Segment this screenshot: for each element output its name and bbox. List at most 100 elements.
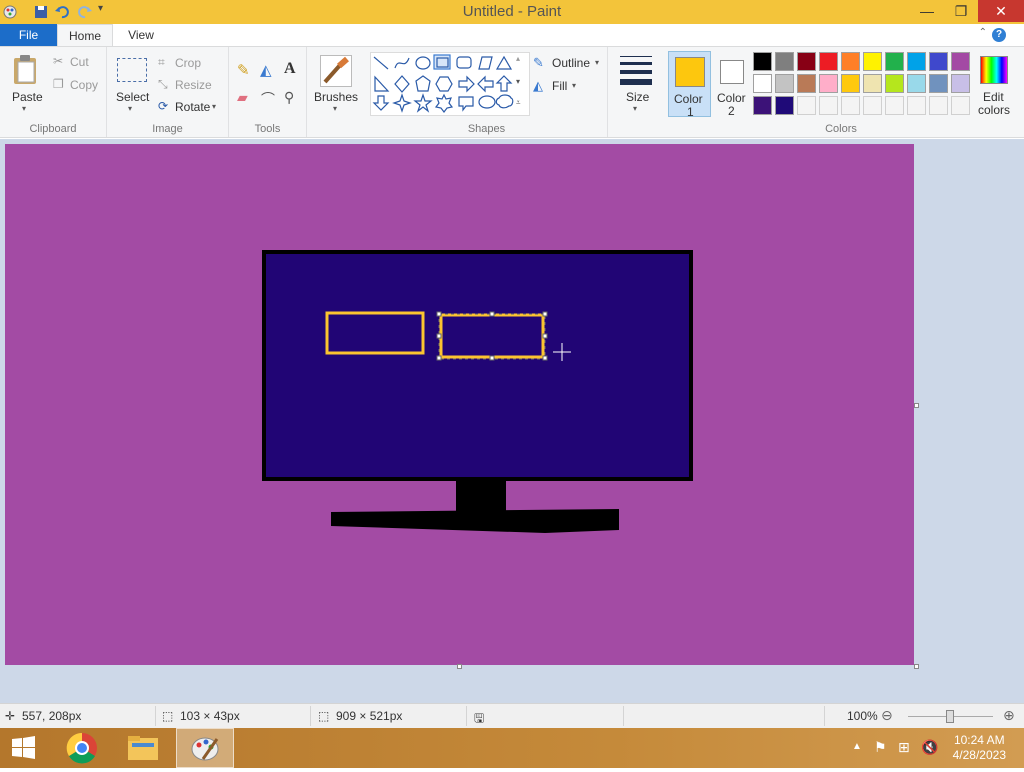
palette-swatch[interactable]: [775, 52, 794, 71]
palette-swatch[interactable]: [929, 96, 948, 115]
copy-button[interactable]: Copy: [70, 78, 98, 92]
size-button[interactable]: Size: [626, 90, 649, 104]
clipboard-group-label: Clipboard: [29, 123, 77, 135]
tab-view[interactable]: View: [115, 24, 167, 46]
help-icon[interactable]: ?: [992, 28, 1006, 42]
size-dropdown-icon[interactable]: ▾: [633, 104, 637, 113]
crop-button[interactable]: Crop: [175, 56, 201, 70]
rotate-dropdown-icon[interactable]: ▾: [212, 102, 216, 111]
palette-swatch[interactable]: [797, 96, 816, 115]
shapes-gallery-icons[interactable]: [371, 53, 529, 115]
palette-swatch[interactable]: [753, 52, 772, 71]
canvas-workspace[interactable]: [0, 139, 1024, 703]
chrome-icon[interactable]: [56, 728, 112, 768]
ribbon-tabs: File Home View ⌃ ?: [0, 24, 1024, 47]
palette-swatch[interactable]: [907, 74, 926, 93]
palette-swatch[interactable]: [841, 52, 860, 71]
clock-date: 4/28/2023: [952, 748, 1006, 762]
palette-swatch[interactable]: [863, 74, 882, 93]
volume-muted-icon[interactable]: 🔇: [921, 739, 938, 756]
outline-dropdown-icon[interactable]: ▾: [595, 58, 599, 67]
palette-swatch[interactable]: [841, 96, 860, 115]
size-group: Size ▾: [608, 47, 663, 137]
tab-file[interactable]: File: [0, 24, 57, 46]
show-hidden-icons-icon[interactable]: ▲: [852, 741, 862, 752]
fill-button[interactable]: Fill: [552, 79, 567, 93]
palette-swatch[interactable]: [929, 74, 948, 93]
zoom-in-icon[interactable]: ⊕: [1003, 707, 1015, 724]
palette-swatch[interactable]: [863, 96, 882, 115]
palette-swatch[interactable]: [951, 74, 970, 93]
pencil-icon[interactable]: ✎: [237, 61, 250, 79]
select-dropdown-icon[interactable]: ▾: [128, 104, 132, 113]
taskbar-paint-button[interactable]: [176, 728, 234, 768]
zoom-out-icon[interactable]: ⊖: [881, 707, 893, 724]
shapes-scroll-down-icon[interactable]: ▾: [516, 77, 520, 86]
palette-swatch[interactable]: [885, 52, 904, 71]
restore-button[interactable]: ❐: [944, 0, 978, 22]
network-icon[interactable]: ⊞: [898, 739, 910, 756]
brushes-button[interactable]: Brushes: [314, 90, 358, 104]
edit-colors-button-line2[interactable]: colors: [978, 103, 1010, 117]
taskbar-clock[interactable]: 10:24 AM 4/28/2023: [953, 733, 1006, 763]
copy-icon: ❐: [53, 77, 64, 91]
palette-swatch[interactable]: [929, 52, 948, 71]
select-button[interactable]: Select: [116, 90, 149, 104]
tab-home[interactable]: Home: [57, 24, 113, 47]
color-palette: [753, 52, 973, 118]
drawing-content[interactable]: [5, 144, 914, 665]
palette-swatch[interactable]: [753, 96, 772, 115]
canvas-resize-handle-bottom[interactable]: [457, 664, 462, 669]
brush-icon: [320, 55, 352, 87]
canvas-resize-handle-right[interactable]: [914, 403, 919, 408]
minimize-button[interactable]: —: [910, 0, 944, 22]
resize-button[interactable]: Resize: [175, 78, 212, 92]
select-icon: [117, 58, 147, 82]
eraser-icon[interactable]: ▰: [237, 89, 248, 106]
paste-button[interactable]: Paste: [12, 90, 43, 104]
palette-swatch[interactable]: [797, 74, 816, 93]
canvas-resize-handle-corner[interactable]: [914, 664, 919, 669]
rotate-button[interactable]: Rotate: [175, 100, 210, 114]
palette-swatch[interactable]: [885, 74, 904, 93]
zoom-slider-thumb[interactable]: [946, 710, 954, 723]
shapes-expand-icon[interactable]: ⩡: [516, 98, 521, 108]
paste-dropdown-icon[interactable]: ▾: [22, 104, 26, 113]
status-bar: ✛ 557, 208px ⬚ 103 × 43px ⬚ 909 × 521px …: [0, 703, 1024, 728]
shapes-scroll-up-icon[interactable]: ▴: [516, 54, 520, 63]
magnifier-icon[interactable]: ⚲: [284, 89, 294, 106]
action-center-flag-icon[interactable]: ⚑: [874, 739, 887, 756]
brushes-dropdown-icon[interactable]: ▾: [333, 104, 337, 113]
palette-swatch[interactable]: [841, 74, 860, 93]
palette-swatch[interactable]: [907, 52, 926, 71]
palette-swatch[interactable]: [951, 96, 970, 115]
palette-swatch[interactable]: [819, 96, 838, 115]
fill-bucket-icon[interactable]: ◭: [260, 61, 272, 79]
drawing-canvas[interactable]: [5, 144, 914, 665]
start-windows-icon[interactable]: [0, 728, 48, 768]
palette-swatch[interactable]: [797, 52, 816, 71]
palette-swatch[interactable]: [907, 96, 926, 115]
fill-dropdown-icon[interactable]: ▾: [572, 81, 576, 90]
palette-swatch[interactable]: [885, 96, 904, 115]
palette-swatch[interactable]: [819, 74, 838, 93]
outline-button[interactable]: Outline: [552, 56, 590, 70]
shapes-group-label: Shapes: [467, 123, 506, 135]
file-explorer-icon[interactable]: [116, 728, 172, 768]
palette-swatch[interactable]: [951, 52, 970, 71]
palette-swatch[interactable]: [819, 52, 838, 71]
crop-icon: ⌗: [158, 55, 165, 69]
text-tool-icon[interactable]: A: [284, 60, 296, 78]
edit-colors-button[interactable]: Edit: [983, 90, 1004, 104]
palette-swatch[interactable]: [775, 74, 794, 93]
image-group-label: Image: [152, 123, 183, 135]
palette-swatch[interactable]: [775, 96, 794, 115]
cut-button[interactable]: Cut: [70, 55, 89, 69]
colors-group: Edit colors Colors: [663, 47, 1024, 137]
taskbar: ▲ ⚑ ⊞ 🔇 10:24 AM 4/28/2023: [0, 728, 1024, 768]
palette-swatch[interactable]: [753, 74, 772, 93]
color-picker-icon[interactable]: ⌒: [261, 89, 275, 109]
collapse-ribbon-icon[interactable]: ⌃: [979, 27, 987, 38]
close-button[interactable]: ✕: [978, 0, 1024, 22]
palette-swatch[interactable]: [863, 52, 882, 71]
